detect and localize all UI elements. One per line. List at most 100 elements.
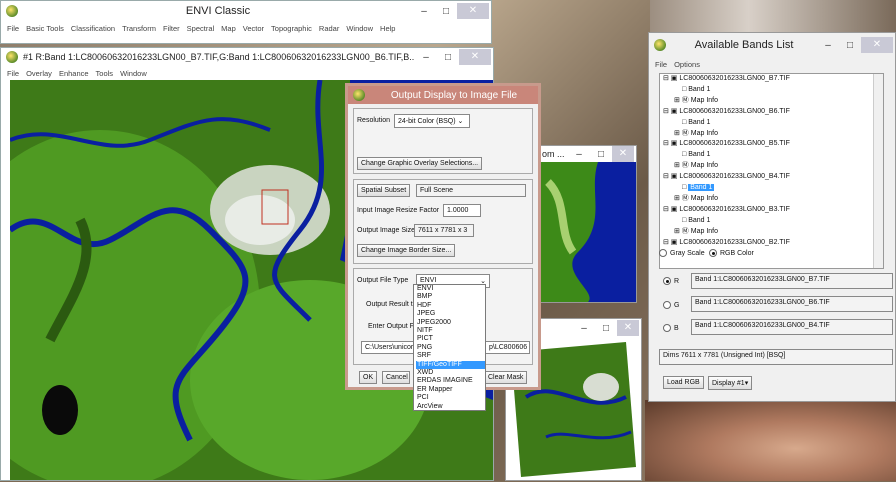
overlay-selections-button[interactable]: Change Graphic Overlay Selections... <box>357 157 483 170</box>
close-icon[interactable]: ✕ <box>459 49 491 65</box>
bands-menu-item[interactable]: File <box>655 60 667 69</box>
resize-factor-input[interactable]: 1.0000 <box>443 204 481 217</box>
b-option[interactable]: B <box>663 324 679 332</box>
gray-scale-option[interactable]: Gray Scale <box>659 249 705 257</box>
tree-band-node[interactable]: □ Band 1 <box>660 85 883 96</box>
desktop-photo <box>645 400 896 481</box>
envi-logo-icon <box>6 5 18 17</box>
g-radio[interactable] <box>663 301 671 309</box>
maximize-icon[interactable]: □ <box>590 149 612 160</box>
tree-mapinfo-node[interactable]: ⊞ Ⓜ Map Info <box>660 161 883 172</box>
minimize-icon[interactable]: – <box>413 6 435 17</box>
envi-menu-item[interactable]: Window <box>346 24 373 33</box>
output-path-tail[interactable]: p\LC800606 <box>486 341 530 354</box>
spatial-subset-button[interactable]: Spatial Subset <box>357 184 411 197</box>
envi-menu-item[interactable]: Spectral <box>187 24 215 33</box>
tree-scrollbar[interactable] <box>873 74 883 268</box>
close-icon[interactable]: ✕ <box>457 3 489 19</box>
zoom-image[interactable] <box>538 162 636 302</box>
file-type-option[interactable]: NITF <box>416 327 485 335</box>
display-titlebar[interactable]: #1 R:Band 1:LC80060632016233LGN00_B7.TIF… <box>1 48 493 66</box>
tree-file-node[interactable]: ⊟ ▣ LC80060632016233LGN00_B5.TIF <box>660 139 883 150</box>
load-rgb-button[interactable]: Load RGB <box>663 376 704 389</box>
tree-mapinfo-node[interactable]: ⊞ Ⓜ Map Info <box>660 129 883 140</box>
file-type-option[interactable]: JPEG <box>416 310 485 318</box>
envi-menu-item[interactable]: Map <box>221 24 236 33</box>
envi-menu-item[interactable]: Help <box>380 24 395 33</box>
display-menu-item[interactable]: Overlay <box>26 69 52 78</box>
envi-menu-item[interactable]: Topographic <box>271 24 312 33</box>
chevron-down-icon: ⌄ <box>457 118 464 125</box>
g-option[interactable]: G <box>663 301 679 309</box>
envi-titlebar[interactable]: ENVI Classic – □ ✕ <box>1 1 491 21</box>
tree-mapinfo-node[interactable]: ⊞ Ⓜ Map Info <box>660 96 883 107</box>
rgb-color-option[interactable]: RGB Color <box>709 249 754 257</box>
resolution-select[interactable]: 24-bit Color (BSQ) ⌄ <box>394 114 470 128</box>
file-type-option[interactable]: JPEG2000 <box>416 319 485 327</box>
tree-mapinfo-label: Map Info <box>690 162 719 170</box>
tree-band-node[interactable]: □ Band 1 <box>660 216 883 227</box>
maximize-icon[interactable]: □ <box>435 6 457 17</box>
tree-mapinfo-node[interactable]: ⊞ Ⓜ Map Info <box>660 227 883 238</box>
r-option[interactable]: R <box>663 277 679 285</box>
minimize-icon[interactable]: – <box>817 40 839 51</box>
display-menu-item[interactable]: Tools <box>96 69 114 78</box>
tree-file-node[interactable]: ⊟ ▣ LC80060632016233LGN00_B7.TIF <box>660 74 883 85</box>
tree-band-node[interactable]: □ Band 1 <box>660 150 883 161</box>
envi-menu-item[interactable]: Radar <box>319 24 339 33</box>
envi-menu-item[interactable]: File <box>7 24 19 33</box>
file-type-option[interactable]: ERDAS IMAGINE <box>416 377 485 385</box>
file-type-option[interactable]: XWD <box>416 369 485 377</box>
gray-scale-radio[interactable] <box>659 249 667 257</box>
cancel-button[interactable]: Cancel <box>382 371 410 384</box>
file-type-option[interactable]: PCI <box>416 394 485 402</box>
envi-menu-item[interactable]: Filter <box>163 24 180 33</box>
zoom-titlebar[interactable]: om ... – □ ✕ <box>538 146 636 162</box>
display-title: #1 R:Band 1:LC80060632016233LGN00_B7.TIF… <box>23 52 415 62</box>
file-type-option[interactable]: PICT <box>416 335 485 343</box>
minimize-icon[interactable]: – <box>415 52 437 63</box>
b-radio[interactable] <box>663 324 671 332</box>
minimize-icon[interactable]: – <box>568 149 590 160</box>
close-icon[interactable]: ✕ <box>617 320 639 336</box>
close-icon[interactable]: ✕ <box>612 146 634 162</box>
display-select-button[interactable]: Display #1▾ <box>708 376 753 390</box>
output-path-input[interactable]: C:\Users\unicor <box>361 341 421 354</box>
file-type-option[interactable]: SRF <box>416 352 485 360</box>
band-tree[interactable]: ⊟ ▣ LC80060632016233LGN00_B7.TIF □ Band 1… <box>659 73 884 269</box>
tree-band-node[interactable]: □ Band 1 <box>660 118 883 129</box>
file-type-option[interactable]: ArcView <box>416 403 485 411</box>
file-type-option[interactable]: HDF <box>416 302 485 310</box>
file-type-option[interactable]: PNG <box>416 344 485 352</box>
tree-file-node[interactable]: ⊟ ▣ LC80060632016233LGN00_B6.TIF <box>660 107 883 118</box>
bands-menu-item[interactable]: Options <box>674 60 700 69</box>
envi-menu-item[interactable]: Classification <box>71 24 115 33</box>
maximize-icon[interactable]: □ <box>437 52 459 63</box>
rgb-color-radio[interactable] <box>709 249 717 257</box>
clear-mask-button[interactable]: Clear Mask <box>484 371 528 384</box>
close-icon[interactable]: ✕ <box>861 37 893 53</box>
tree-file-node[interactable]: ⊟ ▣ LC80060632016233LGN00_B2.TIF <box>660 238 883 249</box>
maximize-icon[interactable]: □ <box>595 323 617 334</box>
border-size-button[interactable]: Change Image Border Size... <box>357 244 456 257</box>
ok-button[interactable]: OK <box>359 371 378 384</box>
tree-band-node[interactable]: □ Band 1 <box>660 183 883 194</box>
file-type-option[interactable]: TIFF/GeoTIFF <box>416 360 485 370</box>
file-type-option[interactable]: ER Mapper <box>416 386 485 394</box>
display-menu-item[interactable]: Window <box>120 69 147 78</box>
envi-menu-item[interactable]: Vector <box>243 24 264 33</box>
r-radio[interactable] <box>663 277 671 285</box>
tree-mapinfo-node[interactable]: ⊞ Ⓜ Map Info <box>660 194 883 205</box>
file-type-option[interactable]: BMP <box>416 293 485 301</box>
minimize-icon[interactable]: – <box>573 323 595 334</box>
envi-menu-item[interactable]: Basic Tools <box>26 24 64 33</box>
file-type-option[interactable]: ENVI <box>416 285 485 293</box>
display-menu-item[interactable]: Enhance <box>59 69 89 78</box>
tree-file-node[interactable]: ⊟ ▣ LC80060632016233LGN00_B3.TIF <box>660 205 883 216</box>
tree-file-node[interactable]: ⊟ ▣ LC80060632016233LGN00_B4.TIF <box>660 172 883 183</box>
bands-titlebar[interactable]: Available Bands List – □ ✕ <box>649 33 895 57</box>
dialog-titlebar[interactable]: Output Display to Image File <box>348 86 538 104</box>
display-menu-item[interactable]: File <box>7 69 19 78</box>
maximize-icon[interactable]: □ <box>839 40 861 51</box>
envi-menu-item[interactable]: Transform <box>122 24 156 33</box>
